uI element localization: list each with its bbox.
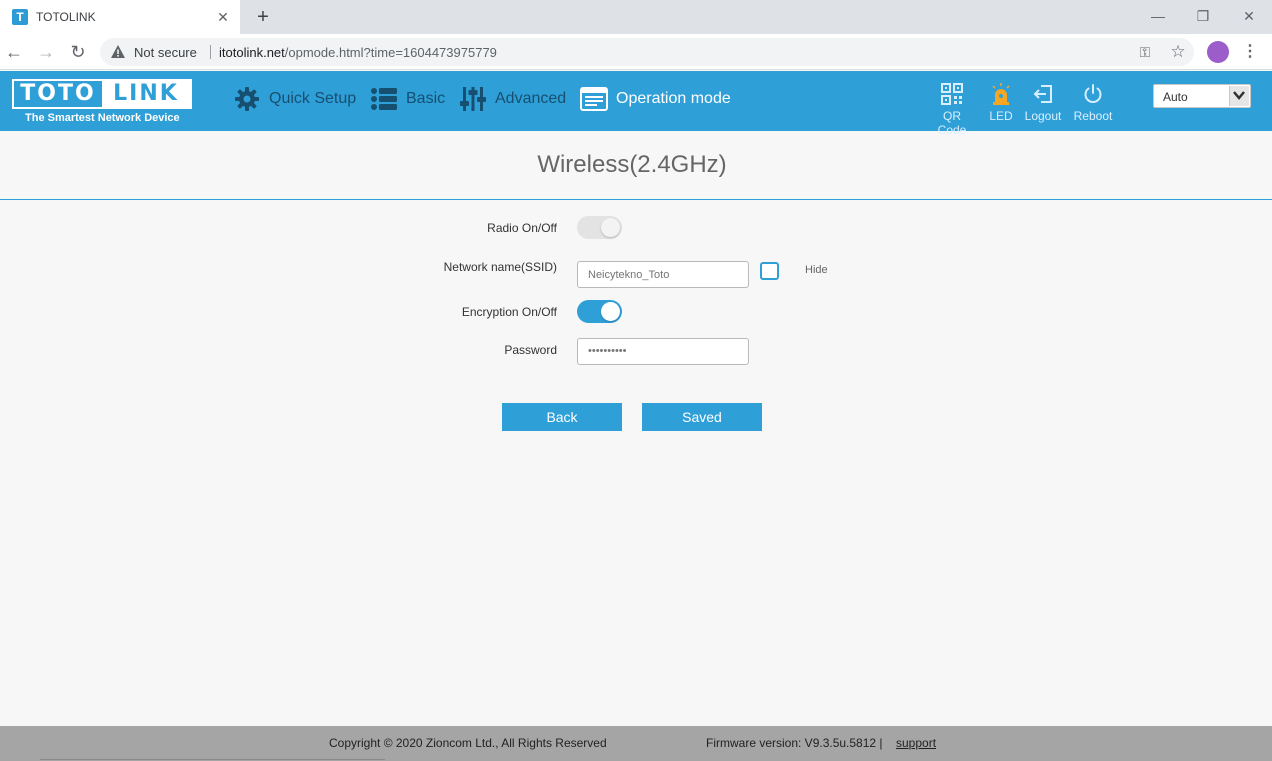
tab-title: TOTOLINK [36,10,96,24]
warning-icon [111,45,125,58]
encryption-label: Encryption On/Off [461,305,557,319]
profile-avatar[interactable] [1207,41,1229,63]
key-icon[interactable]: ⚿ [1136,43,1154,61]
footer-divider [40,759,385,760]
tool-label: LED [989,109,1013,123]
hide-ssid-checkbox[interactable] [760,262,779,280]
security-label[interactable]: Not secure [134,45,197,60]
chevron-down-icon [1229,86,1249,106]
address-bar[interactable]: Not secure itotolink.net/opmode.html?tim… [100,38,1194,66]
password-label: Password [504,343,557,357]
reload-icon[interactable]: ↻ [66,40,90,64]
tool-label: Logout [1024,109,1062,123]
hide-label: Hide [805,264,828,276]
tool-label: Reboot [1073,109,1113,123]
totolink-logo[interactable]: TOTO LINK [12,79,192,109]
led-button[interactable]: LED [986,81,1016,123]
language-select[interactable]: Auto [1153,84,1251,108]
browser-tab[interactable]: T TOTOLINK ✕ [0,0,240,34]
minimize-icon[interactable]: — [1146,6,1170,26]
toggle-knob [601,302,620,321]
restore-icon[interactable]: ❐ [1191,6,1215,26]
sliders-icon [459,85,487,113]
logo-left-text: TOTO [14,81,102,107]
forward-arrow-icon[interactable]: → [34,40,58,64]
operation-mode-icon [580,85,608,113]
firmware-version: Firmware version: V9.3.5u.5812 | [706,736,883,750]
new-tab-icon[interactable]: + [252,6,274,28]
radio-toggle[interactable] [577,216,622,239]
nav-basic[interactable]: Basic [370,85,445,113]
logo-tagline: The Smartest Network Device [25,112,180,124]
qr-code-icon [927,81,977,107]
encryption-toggle[interactable] [577,300,622,323]
browser-toolbar: ← → ↻ Not secure itotolink.net/opmode.ht… [0,34,1272,70]
tool-label: QR Code [937,109,967,137]
support-link[interactable]: support [896,736,936,750]
close-window-icon[interactable]: ✕ [1237,6,1261,26]
url-host: itotolink.net [219,45,285,60]
browser-tab-strip: T TOTOLINK ✕ + — ❐ ✕ [0,0,1272,34]
tab-close-icon[interactable]: ✕ [213,7,233,27]
led-icon [986,81,1016,107]
power-icon [1071,81,1115,107]
logout-button[interactable]: Logout [1023,81,1063,123]
totolink-favicon-icon: T [12,9,28,25]
toggle-knob [601,218,620,237]
radio-label: Radio On/Off [487,221,557,235]
ssid-label: Network name(SSID) [443,260,557,274]
list-icon [370,85,398,113]
url-path: /opmode.html?time=1604473975779 [284,45,497,60]
back-button[interactable]: Back [502,403,622,431]
language-value: Auto [1163,90,1188,104]
save-button[interactable]: Saved [642,403,762,431]
omnibox-separator [210,45,211,59]
nav-quick-setup[interactable]: Quick Setup [233,85,356,113]
back-arrow-icon[interactable]: ← [2,40,26,64]
browser-menu-icon[interactable]: ⋮ [1240,40,1260,64]
url-text[interactable]: itotolink.net/opmode.html?time=160447397… [219,45,497,60]
logo-right-text: LINK [102,81,190,107]
logout-icon [1023,81,1063,107]
password-input[interactable]: •••••••••• [577,338,749,365]
nav-advanced[interactable]: Advanced [459,85,566,113]
copyright-text: Copyright © 2020 Zioncom Ltd., All Right… [329,736,607,750]
bookmark-star-icon[interactable]: ☆ [1168,42,1188,62]
footer: Copyright © 2020 Zioncom Ltd., All Right… [0,726,1272,761]
title-divider [0,199,1272,200]
nav-label: Quick Setup [269,90,357,107]
page-title: Wireless(2.4GHz) [537,151,727,178]
gear-icon [233,85,261,113]
nav-label: Advanced [495,90,567,107]
nav-operation-mode[interactable]: Operation mode [580,85,731,113]
ssid-input[interactable] [577,261,749,288]
nav-label: Operation mode [616,90,731,107]
nav-label: Basic [406,90,446,107]
router-header: TOTO LINK The Smartest Network Device Qu… [0,71,1272,137]
qr-code-button[interactable]: QR Code [927,81,977,137]
reboot-button[interactable]: Reboot [1071,81,1115,123]
